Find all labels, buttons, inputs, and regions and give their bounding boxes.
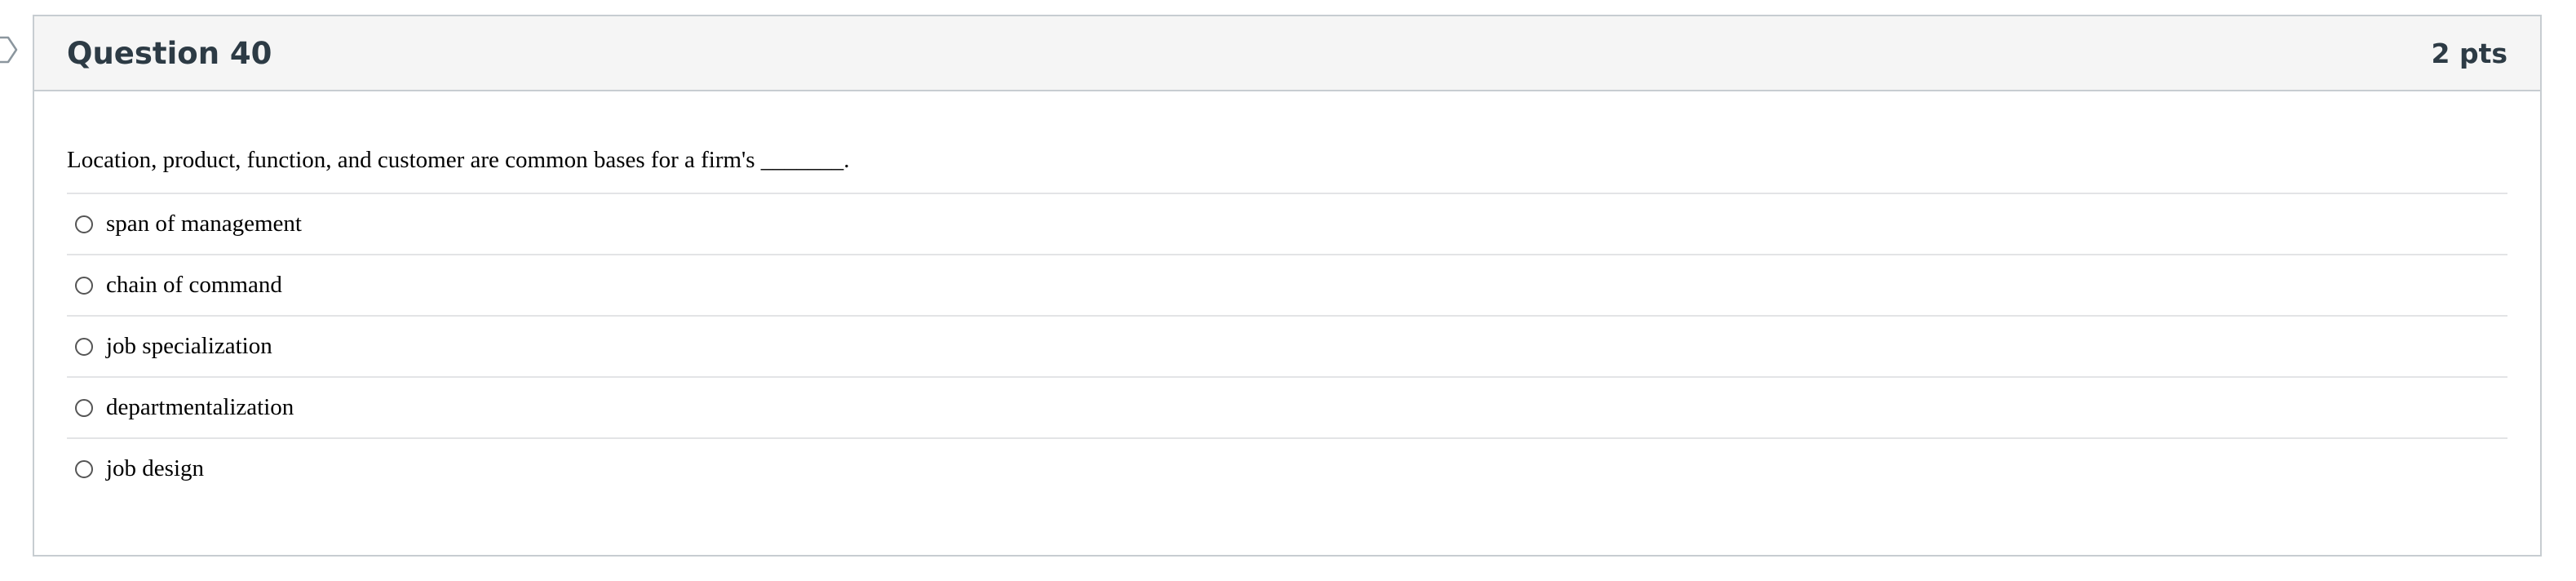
question-title: Question 40 [67, 35, 272, 71]
quiz-page: Question 40 2 pts Location, product, fun… [0, 0, 2576, 581]
answer-label[interactable]: departmentalization [106, 394, 294, 421]
question-card: Question 40 2 pts Location, product, fun… [33, 15, 2542, 557]
radio-button-icon[interactable] [75, 215, 93, 233]
question-body: Location, product, function, and custome… [34, 137, 2540, 499]
question-header: Question 40 2 pts [34, 16, 2540, 91]
answer-option-job-specialization[interactable]: job specialization [67, 315, 2507, 376]
answer-option-span-of-management[interactable]: span of management [67, 193, 2507, 254]
answer-option-departmentalization[interactable]: departmentalization [67, 376, 2507, 437]
radio-button-icon[interactable] [75, 459, 93, 478]
answer-label[interactable]: job specialization [106, 333, 272, 360]
question-points: 2 pts [2431, 37, 2508, 69]
radio-button-icon[interactable] [75, 398, 93, 417]
answer-option-job-design[interactable]: job design [67, 437, 2507, 499]
answer-option-chain-of-command[interactable]: chain of command [67, 254, 2507, 315]
question-text: Location, product, function, and custome… [67, 147, 850, 173]
answer-list: span of management chain of command job … [67, 193, 2507, 499]
bookmark-flag-icon[interactable] [0, 36, 18, 64]
radio-button-icon[interactable] [75, 337, 93, 356]
answer-label[interactable]: job design [106, 455, 204, 482]
radio-button-icon[interactable] [75, 276, 93, 295]
answer-label[interactable]: chain of command [106, 272, 282, 299]
answer-label[interactable]: span of management [106, 211, 302, 237]
